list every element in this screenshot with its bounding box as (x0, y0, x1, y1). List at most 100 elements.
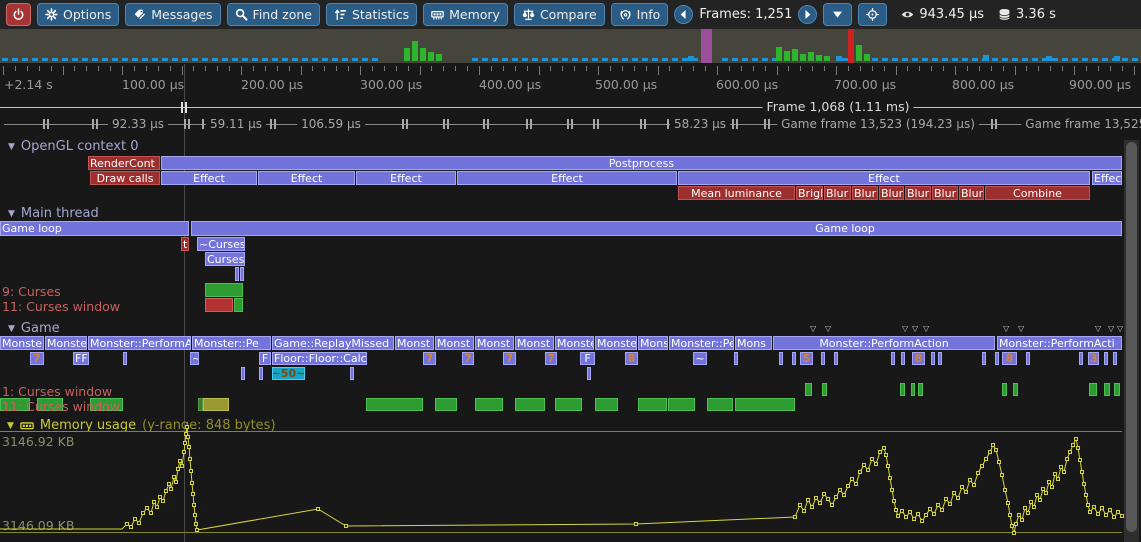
zone[interactable]: 7 (462, 352, 474, 365)
zone[interactable] (123, 352, 127, 365)
message-marker-icon[interactable]: ▽ (1003, 324, 1009, 333)
zone[interactable]: Floor::Floor::Calc (272, 352, 367, 365)
zone[interactable]: RenderCont (88, 156, 160, 170)
zone[interactable]: Monster::Pe (669, 336, 734, 350)
frameset-label[interactable]: 92.33 µs (108, 117, 168, 131)
message-marker-icon[interactable]: ▽ (912, 324, 918, 333)
zone[interactable]: FF (73, 352, 89, 365)
zone[interactable] (234, 298, 243, 312)
zone[interactable] (240, 267, 244, 281)
zone[interactable] (638, 398, 667, 411)
zone[interactable]: 7 (545, 352, 557, 365)
collapse-triangle-icon[interactable]: ▼ (8, 209, 15, 219)
zone[interactable]: Brigh (796, 186, 823, 200)
message-marker-icon[interactable]: ▽ (923, 324, 929, 333)
zone[interactable] (982, 352, 986, 365)
zone[interactable]: F (580, 352, 595, 365)
frameset-label[interactable]: 58.23 µs (670, 117, 730, 131)
zone[interactable] (805, 383, 812, 396)
zone[interactable] (595, 398, 618, 411)
zone[interactable]: Game::ReplayMissed (272, 336, 394, 350)
zone[interactable] (822, 383, 827, 396)
zone[interactable]: Blur (879, 186, 904, 200)
zone[interactable]: Game loop (0, 221, 189, 236)
zone[interactable]: Blur (852, 186, 878, 200)
zone[interactable]: 7 (503, 352, 516, 365)
zone[interactable] (475, 398, 503, 411)
zone[interactable] (435, 398, 457, 411)
message-marker-icon[interactable]: ▽ (1095, 324, 1101, 333)
zone[interactable] (891, 352, 895, 365)
zone[interactable] (1026, 352, 1030, 365)
zone[interactable]: Mean luminance (678, 186, 795, 200)
zone[interactable]: 8 (912, 352, 925, 365)
zone[interactable]: Curses (205, 252, 245, 266)
zone[interactable]: ~ (693, 352, 707, 365)
zone[interactable] (205, 283, 243, 297)
zone[interactable] (734, 352, 738, 365)
collapse-triangle-icon[interactable]: ▼ (8, 142, 15, 152)
zone[interactable]: Blur (905, 186, 931, 200)
zone[interactable] (1104, 352, 1108, 365)
zone[interactable]: Monste (45, 336, 87, 350)
zone[interactable]: Effect (457, 171, 677, 185)
zone[interactable] (779, 352, 783, 365)
zone[interactable]: Monste (0, 336, 44, 350)
zone[interactable] (241, 367, 245, 380)
zone[interactable]: Monst (515, 336, 554, 350)
zone[interactable]: Blur (824, 186, 851, 200)
zone[interactable] (259, 367, 263, 380)
zone[interactable] (821, 352, 825, 365)
zone[interactable]: 8 (1002, 352, 1017, 365)
section-header-game[interactable]: ▼Game (8, 321, 60, 336)
zone[interactable]: 8 (625, 352, 638, 365)
zone[interactable] (587, 367, 591, 380)
zone[interactable]: ~Curses (197, 237, 245, 251)
zone[interactable] (350, 367, 354, 380)
zone[interactable]: Monster::PerformAction (773, 336, 995, 350)
zone[interactable]: Combine (985, 186, 1090, 200)
zone[interactable]: ~50~ (272, 367, 305, 380)
message-marker-icon[interactable]: ▽ (810, 324, 816, 333)
message-marker-icon[interactable]: ▽ (1108, 324, 1114, 333)
zone[interactable]: Effect (678, 171, 1090, 185)
zone[interactable]: 7 (423, 352, 436, 365)
zone[interactable]: Effect (356, 171, 456, 185)
zone[interactable]: Monste (595, 336, 637, 350)
zone[interactable] (555, 398, 582, 411)
section-header-opengl-context-0[interactable]: ▼OpenGL context 0 (8, 139, 139, 154)
zone[interactable] (1114, 383, 1120, 396)
zone[interactable] (735, 398, 795, 411)
zone[interactable] (205, 298, 233, 312)
zone[interactable]: Monst (435, 336, 474, 350)
zone[interactable] (995, 352, 999, 365)
zone[interactable] (792, 352, 796, 365)
zone[interactable] (1079, 352, 1083, 365)
zone[interactable] (1113, 352, 1117, 365)
zone[interactable]: ~ (190, 352, 199, 365)
memory-usage-plot[interactable] (0, 415, 1141, 542)
zone[interactable]: Monster::PerformA (88, 336, 191, 350)
zone[interactable] (918, 383, 923, 396)
zone[interactable]: Monster::Pe (192, 336, 271, 350)
zone[interactable]: Monst (395, 336, 434, 350)
zone[interactable] (515, 398, 545, 411)
zone[interactable]: F (259, 352, 271, 365)
zone[interactable]: Mons (735, 336, 772, 350)
zone[interactable] (1013, 383, 1018, 396)
zone[interactable]: ti (181, 237, 189, 251)
zone[interactable] (911, 383, 915, 396)
frameset-label[interactable]: 106.59 µs (297, 117, 365, 131)
zone[interactable]: Monster::PerformActi (997, 336, 1122, 350)
collapse-triangle-icon[interactable]: ▼ (8, 324, 15, 334)
zone[interactable]: Blur (959, 186, 984, 200)
message-marker-icon[interactable]: ▽ (902, 324, 908, 333)
zone[interactable] (1104, 383, 1110, 396)
zone[interactable] (1002, 383, 1007, 396)
zone[interactable]: Postprocess (161, 156, 1122, 170)
zone[interactable] (938, 352, 942, 365)
zone[interactable] (834, 352, 838, 365)
message-marker-icon[interactable]: ▽ (1117, 324, 1123, 333)
zone[interactable] (1089, 383, 1097, 396)
zone[interactable] (900, 383, 905, 396)
